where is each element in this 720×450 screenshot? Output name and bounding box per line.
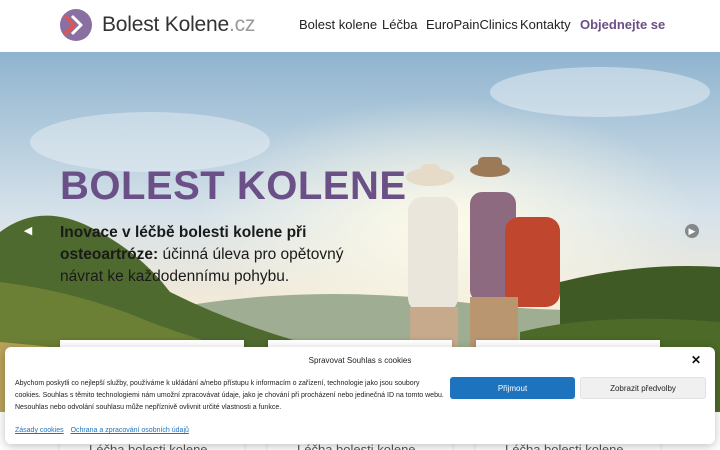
nav-item-lecba[interactable]: Léčba (382, 17, 417, 32)
nav-item-objednejte-se[interactable]: Objednejte se (580, 17, 665, 32)
chevron-right-icon[interactable]: ▶ (685, 224, 699, 238)
nav-item-kontakty[interactable]: Kontakty (520, 17, 571, 32)
cookie-description: Abychom poskytli co nejlepší služby, pou… (15, 380, 444, 411)
cookie-links: Zásady cookies Ochrana a zpracování osob… (15, 427, 194, 434)
nav-item-europainclinics[interactable]: EuroPainClinics (426, 17, 518, 32)
hero-title: BOLEST KOLENE (60, 164, 407, 208)
brand-logo-text[interactable]: Bolest Kolene.cz (102, 13, 255, 37)
accept-cookies-button[interactable]: Přijmout (450, 377, 575, 399)
chevron-left-icon[interactable]: ◀ (21, 224, 35, 238)
cookie-title: Spravovat Souhlas s cookies (308, 356, 412, 365)
privacy-policy-link[interactable]: Ochrana a zpracování osobních údajů (71, 427, 189, 434)
nav-item-bolest-kolene[interactable]: Bolest kolene (299, 17, 377, 32)
site-header: Bolest Kolene.cz Bolest kolene Léčba Eur… (0, 0, 720, 52)
hero-subtitle: Inovace v léčbě bolesti kolene při osteo… (60, 222, 390, 288)
cookie-policy-link[interactable]: Zásady cookies (15, 427, 64, 434)
view-preferences-button[interactable]: Zobrazit předvolby (580, 377, 706, 399)
brand-tld: .cz (229, 13, 256, 36)
cookie-consent-banner: Spravovat Souhlas s cookies ✕ Abychom po… (5, 347, 715, 444)
close-icon[interactable]: ✕ (691, 353, 701, 367)
logo-icon[interactable] (59, 8, 93, 42)
brand-name: Bolest Kolene (102, 13, 229, 36)
